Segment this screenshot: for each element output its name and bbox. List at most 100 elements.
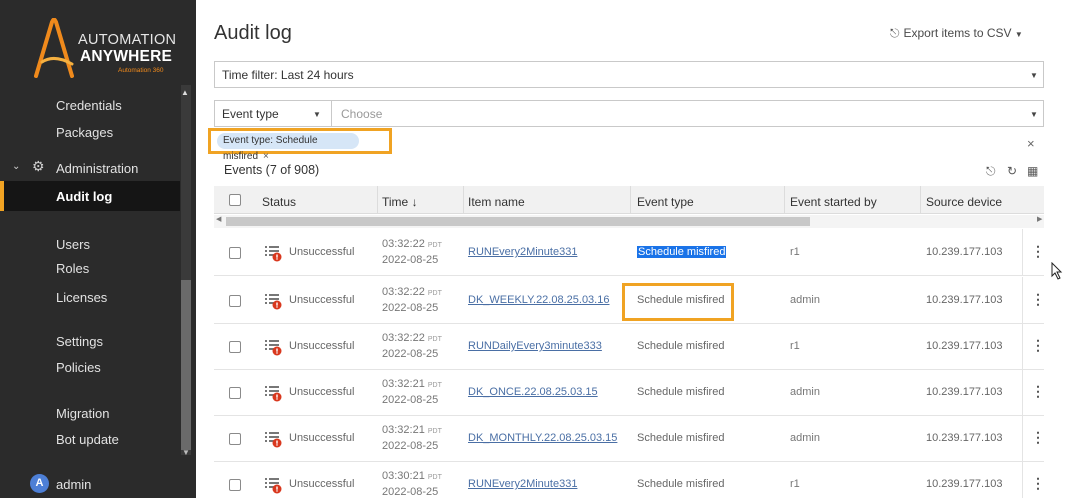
more-actions-icon[interactable]: ⋮ <box>1031 429 1045 446</box>
more-actions-icon[interactable]: ⋮ <box>1031 383 1045 400</box>
item-name-link[interactable]: RUNEvery2Minute331 <box>468 478 577 490</box>
choose-placeholder: Choose <box>341 107 383 121</box>
status-failed-icon <box>265 478 282 494</box>
time-value: 03:32:21 PDT <box>382 378 442 390</box>
brand-line3: Automation 360 <box>118 67 164 74</box>
source-device-value: 10.239.177.103 <box>926 432 1003 444</box>
table-row[interactable]: Unsuccessful 03:30:21 PDT 2022-08-25 RUNEve… <box>214 461 1045 498</box>
select-all-checkbox[interactable] <box>229 194 241 206</box>
filter-chip[interactable]: Event type: Schedule misfired × <box>217 133 359 162</box>
clear-filters-icon[interactable]: × <box>1027 136 1035 151</box>
table-row[interactable]: Unsuccessful 03:32:22 PDT 2022-08-25 RUNDai… <box>214 323 1045 370</box>
chevron-down-icon: ⌄ <box>12 161 21 172</box>
col-event-started-by[interactable]: Event started by <box>790 195 877 209</box>
time-value: 03:30:21 PDT <box>382 470 442 482</box>
item-name-link[interactable]: DK_MONTHLY.22.08.25.03.15 <box>468 432 617 444</box>
more-actions-icon[interactable]: ⋮ <box>1031 337 1045 354</box>
sidebar-item-licenses[interactable]: Licenses <box>56 290 107 305</box>
export-label: Export items to CSV <box>903 26 1012 40</box>
mouse-cursor-icon <box>1051 262 1063 280</box>
status-failed-icon <box>265 246 282 262</box>
row-checkbox[interactable] <box>229 341 241 353</box>
more-actions-icon[interactable]: ⋮ <box>1031 243 1045 260</box>
col-divider <box>1022 229 1023 276</box>
source-device-value: 10.239.177.103 <box>926 478 1003 490</box>
timezone-text: PDT <box>427 336 442 343</box>
event-type-value: Schedule misfired <box>637 340 725 352</box>
refresh-icon[interactable]: ↻ <box>1007 164 1017 178</box>
more-actions-icon[interactable]: ⋮ <box>1031 475 1045 492</box>
sidebar-item-migration[interactable]: Migration <box>56 406 109 421</box>
sidebar-item-roles[interactable]: Roles <box>56 261 89 276</box>
item-name-link[interactable]: RUNEvery2Minute331 <box>468 246 577 258</box>
col-item-name[interactable]: Item name <box>468 195 525 209</box>
time-value: 03:32:22 PDT <box>382 286 442 298</box>
status-text: Unsuccessful <box>289 386 355 398</box>
table-row[interactable]: Unsuccessful 03:32:21 PDT 2022-08-25 DK_ONC… <box>214 369 1045 416</box>
sidebar-item-bot-update[interactable]: Bot update <box>56 432 119 447</box>
sidebar-item-audit-log[interactable]: Audit log <box>0 181 180 211</box>
event-started-by-value: admin <box>790 432 820 444</box>
scroll-left-icon[interactable]: ◀ <box>216 215 221 223</box>
time-filter-select[interactable]: Time filter: Last 24 hours ▼ <box>214 61 1044 88</box>
chevron-down-icon: ▼ <box>313 110 321 119</box>
status-text: Unsuccessful <box>289 294 355 306</box>
event-started-by-value: admin <box>790 294 820 306</box>
table-scrollbar-thumb[interactable] <box>226 217 810 226</box>
event-type-filter-select[interactable]: Event type ▼ <box>214 100 332 127</box>
col-event-type[interactable]: Event type <box>637 195 694 209</box>
event-type-value: Schedule misfired <box>637 478 725 490</box>
event-type-value: Schedule misfired <box>637 386 725 398</box>
time-text: 03:30:21 <box>382 470 425 482</box>
sidebar-item-settings[interactable]: Settings <box>56 334 103 349</box>
item-name-link[interactable]: DK_WEEKLY.22.08.25.03.16 <box>468 294 609 306</box>
scroll-right-icon[interactable]: ▶ <box>1037 215 1042 223</box>
source-device-value: 10.239.177.103 <box>926 340 1003 352</box>
export-csv-button[interactable]: ⎋ Export items to CSV ▼ <box>890 26 1023 41</box>
time-value: 03:32:22 PDT <box>382 238 442 250</box>
brand-logo[interactable]: AUTOMATION ANYWHERE Automation 360 <box>0 0 196 92</box>
row-checkbox[interactable] <box>229 387 241 399</box>
timezone-text: PDT <box>427 242 442 249</box>
row-checkbox[interactable] <box>229 479 241 491</box>
avatar[interactable]: A <box>30 474 49 493</box>
col-divider <box>920 186 921 214</box>
event-type-value: Schedule misfired <box>637 432 725 444</box>
event-type-highlight-box <box>622 283 734 321</box>
more-actions-icon[interactable]: ⋮ <box>1031 291 1045 308</box>
sidebar-scrollbar-thumb[interactable] <box>181 280 191 450</box>
col-divider <box>463 186 464 214</box>
close-icon[interactable]: × <box>263 151 269 162</box>
brand-line2: ANYWHERE <box>80 48 173 65</box>
col-time-label: Time <box>382 195 409 209</box>
chevron-down-icon: ▼ <box>1014 30 1023 39</box>
row-checkbox[interactable] <box>229 295 241 307</box>
sidebar-item-users[interactable]: Users <box>56 237 90 252</box>
sidebar-item-credentials[interactable]: Credentials <box>56 98 122 113</box>
row-checkbox[interactable] <box>229 433 241 445</box>
event-started-by-value: r1 <box>790 340 800 352</box>
table-row[interactable]: Unsuccessful 03:32:22 PDT 2022-08-25 RUNEve… <box>214 229 1045 276</box>
export-icon[interactable]: ⎋ <box>986 164 996 179</box>
columns-icon[interactable]: ▦ <box>1027 164 1038 178</box>
col-status[interactable]: Status <box>262 195 296 209</box>
col-time[interactable]: Time ↓ <box>382 195 418 209</box>
table-row[interactable]: Unsuccessful 03:32:21 PDT 2022-08-25 DK_MON… <box>214 415 1045 462</box>
time-value: 03:32:22 PDT <box>382 332 442 344</box>
col-source-device[interactable]: Source device <box>926 195 1002 209</box>
scroll-up-icon[interactable]: ▲ <box>181 88 189 97</box>
source-device-value: 10.239.177.103 <box>926 386 1003 398</box>
sidebar-item-policies[interactable]: Policies <box>56 360 101 375</box>
time-text: 03:32:22 <box>382 238 425 250</box>
item-name-link[interactable]: DK_ONCE.22.08.25.03.15 <box>468 386 598 398</box>
export-icon: ⎋ <box>890 26 900 40</box>
event-type-choose-input[interactable]: Choose ▼ <box>331 100 1044 127</box>
user-name[interactable]: admin <box>56 477 91 492</box>
event-type-filter-value: Event type <box>222 107 279 121</box>
table-header: Status Time ↓ Item name Event type Event… <box>214 186 1044 214</box>
row-checkbox[interactable] <box>229 247 241 259</box>
sidebar-section-administration[interactable]: ⌄ ⚙ Administration <box>0 155 180 183</box>
sidebar-item-packages[interactable]: Packages <box>56 125 113 140</box>
item-name-link[interactable]: RUNDailyEvery3minute333 <box>468 340 602 352</box>
scroll-down-icon[interactable]: ▼ <box>182 448 190 457</box>
